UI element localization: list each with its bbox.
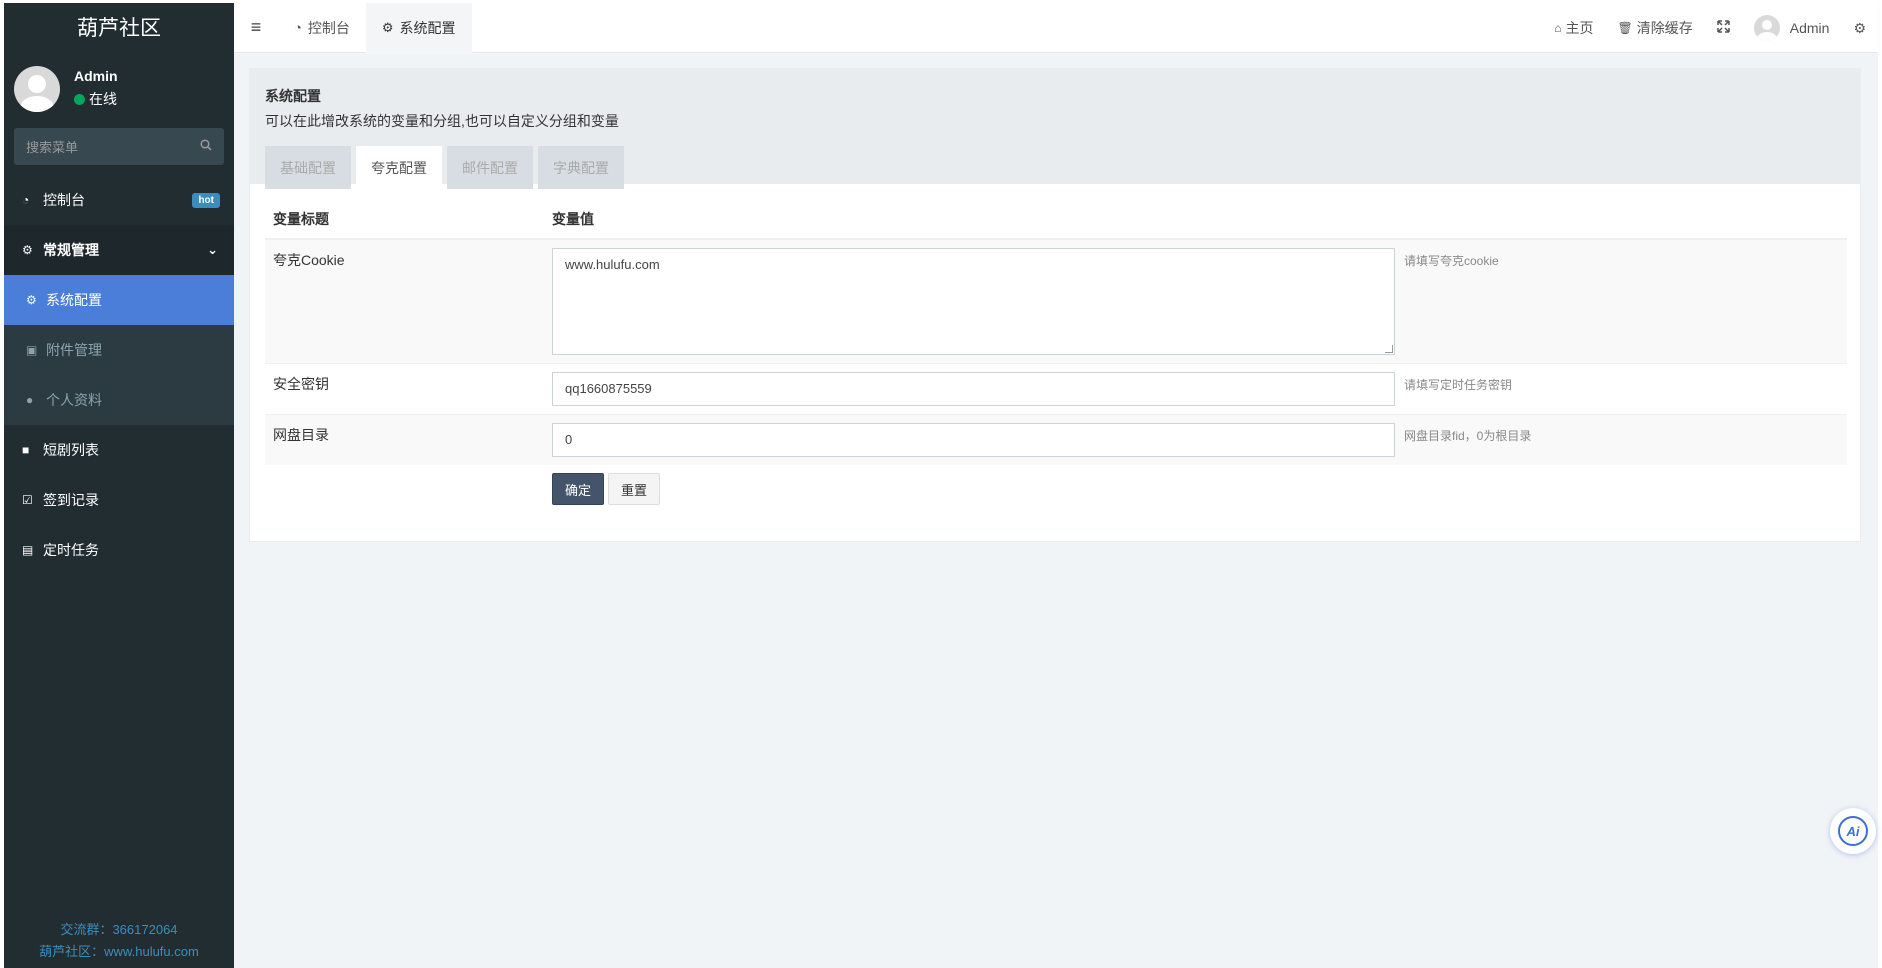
tab-label: 系统配置 [399,19,456,36]
table-row: 网盘目录 0 网盘目录fid，0为根目录 [265,414,1847,465]
hot-badge: hot [192,192,220,208]
sidebar-item-system-config[interactable]: ⚙ 系统配置 [4,275,234,325]
sidebar-item-general[interactable]: ⚙ 常规管理 ⌄ [4,225,234,275]
user-status: 在线 [74,89,118,109]
tab-dictionary-config[interactable]: 字典配置 [538,146,624,189]
sidebar-item-checkin[interactable]: ☑ 签到记录 [4,475,234,525]
sidebar-item-label: 定时任务 [43,542,99,558]
ai-icon: Ai [1838,816,1868,846]
sidebar-item-profile[interactable]: ● 个人资料 [4,375,234,425]
file-chart-icon: ▤ [22,543,34,557]
quark-cookie-textarea[interactable]: www.hulufu.com [552,248,1395,355]
column-header-value: 变量值 [552,210,594,227]
chevron-down-icon: ⌄ [207,242,218,257]
search-icon[interactable] [200,139,212,154]
tab-system-config[interactable]: ⚙ 系统配置 [365,2,472,53]
menu-toggle-icon[interactable]: ≡ [234,17,278,38]
dashboard-icon: ◔ [22,193,30,207]
table-header: 变量标题 变量值 [265,199,1847,239]
sidebar-item-dashboard[interactable]: ◔ 控制台 hot [4,175,234,225]
home-icon: ⌂ [1554,21,1562,35]
footer-group: 交流群：366172064 [60,922,178,937]
app-logo[interactable]: 葫芦社区 [4,3,234,51]
clear-cache-button[interactable]: 🗑︎ 清除缓存 [1606,3,1705,53]
form-actions: 确定 重置 [265,465,1847,505]
column-header-title: 变量标题 [273,210,329,227]
config-form: 变量标题 变量值 夸克Cookie www.hulufu.com 请填写夸克co… [265,199,1847,505]
tab-label: 控制台 [307,19,350,36]
row-hint: 网盘目录fid，0为根目录 [1404,429,1532,443]
cogs-icon: ⚙ [1853,19,1866,36]
sidebar-item-label: 附件管理 [46,342,102,358]
sidebar-item-label: 控制台 [43,192,85,208]
row-label: 网盘目录 [273,427,329,443]
home-link[interactable]: ⌂ 主页 [1542,3,1605,53]
avatar [14,65,60,112]
gear-icon: ⚙ [381,19,394,35]
secret-key-input[interactable]: qq1660875559 [552,372,1395,406]
sidebar-item-label: 个人资料 [46,392,102,408]
tab-basic-config[interactable]: 基础配置 [265,146,351,189]
dashboard-icon: ◔ [294,20,302,35]
status-text: 在线 [89,91,117,107]
panel-header: 系统配置 可以在此增改系统的变量和分组,也可以自定义分组和变量 基础配置 夸克配… [250,69,1860,189]
submenu-general: ⚙ 系统配置 ▣ 附件管理 ● 个人资料 [4,275,234,425]
disk-directory-input[interactable]: 0 [552,423,1395,457]
row-hint: 请填写定时任务密钥 [1404,378,1513,392]
video-icon: ■ [22,443,30,457]
calendar-check-icon: ☑ [22,493,33,507]
top-navbar: ≡ ◔ 控制台 ⚙ 系统配置 ⌂ 主页 🗑︎ 清除缓存 Admin ⚙ [234,2,1878,53]
sidebar-search-input[interactable]: 搜索菜单 [14,128,224,165]
sidebar-footer: 交流群：366172064 葫芦社区：www.hulufu.com [4,919,234,963]
sidebar: 葫芦社区 Admin 在线 搜索菜单 ◔ 控制台 hot ⚙ 常规管理 ⌄ ⚙ … [4,3,234,968]
sidebar-item-label: 短剧列表 [43,442,99,458]
row-label: 安全密钥 [273,376,329,392]
config-tabs: 基础配置 夸克配置 邮件配置 字典配置 [265,146,1845,189]
ai-assistant-button[interactable]: Ai [1830,808,1876,854]
cogs-icon: ⚙ [22,243,33,257]
row-hint: 请填写夸克cookie [1404,254,1499,268]
expand-icon [1717,20,1730,36]
config-panel: 系统配置 可以在此增改系统的变量和分组,也可以自定义分组和变量 基础配置 夸克配… [249,68,1861,542]
image-file-icon: ▣ [26,343,38,357]
row-label: 夸克Cookie [273,252,345,268]
reset-button[interactable]: 重置 [608,473,660,505]
home-label: 主页 [1565,20,1594,36]
avatar [1753,15,1780,41]
sidebar-item-attachments[interactable]: ▣ 附件管理 [4,325,234,375]
page-title: 系统配置 [265,88,321,104]
table-row: 安全密钥 qq1660875559 请填写定时任务密钥 [265,363,1847,414]
user-menu[interactable]: Admin [1742,3,1842,53]
sidebar-item-cron[interactable]: ▤ 定时任务 [4,525,234,575]
user-icon: ● [26,393,34,407]
clear-cache-label: 清除缓存 [1636,20,1693,36]
gear-icon: ⚙ [26,293,37,307]
online-dot-icon [74,93,85,105]
user-menu-label: Admin [1789,20,1830,36]
user-name: Admin [74,68,118,84]
footer-site-link[interactable]: 葫芦社区：www.hulufu.com [4,941,234,963]
user-panel: Admin 在线 [4,51,234,126]
fullscreen-button[interactable] [1705,3,1742,53]
sidebar-item-label: 签到记录 [43,492,99,508]
confirm-button[interactable]: 确定 [552,473,604,505]
tab-dashboard[interactable]: ◔ 控制台 [278,3,366,53]
sidebar-item-dramas[interactable]: ■ 短剧列表 [4,425,234,475]
table-row: 夸克Cookie www.hulufu.com 请填写夸克cookie [265,239,1847,363]
search-placeholder: 搜索菜单 [26,140,79,155]
tab-quark-config[interactable]: 夸克配置 [356,146,442,189]
tab-mail-config[interactable]: 邮件配置 [447,146,533,189]
trash-icon: 🗑︎ [1617,21,1633,35]
sidebar-item-label: 系统配置 [46,292,102,308]
page-description: 可以在此增改系统的变量和分组,也可以自定义分组和变量 [265,113,619,129]
sidebar-item-label: 常规管理 [43,242,99,258]
settings-button[interactable]: ⚙ [1841,3,1878,53]
